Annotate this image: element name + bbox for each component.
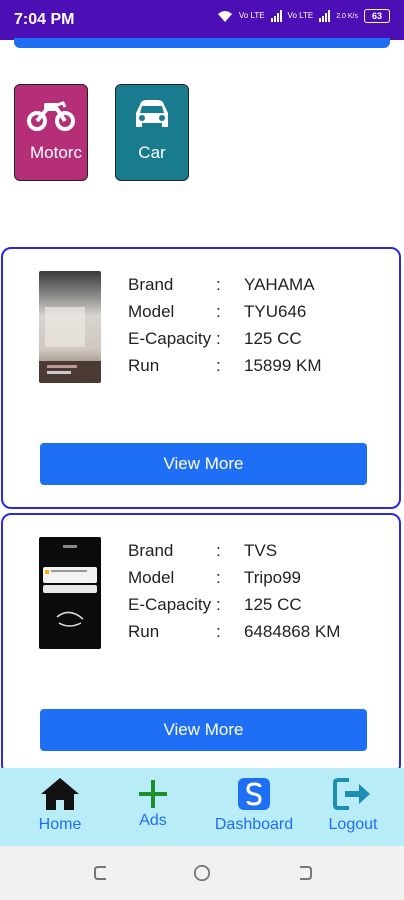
brand-value: TVS (244, 541, 278, 560)
photo-placeholder (39, 307, 101, 383)
nav-ads[interactable]: Ads (113, 768, 193, 846)
brand-label: Brand (128, 541, 174, 560)
vehicle-card: Brand : TVS Model : Tripo99 E-Capacity :… (1, 513, 401, 775)
run-label: Run (128, 356, 160, 375)
volte-sim2-label: Vo LTE (287, 11, 314, 20)
view-more-button[interactable]: View More (40, 443, 367, 485)
separator: : (216, 275, 221, 294)
view-more-button[interactable]: View More (40, 709, 367, 751)
nav-logout-label: Logout (328, 816, 378, 833)
separator: : (216, 595, 221, 614)
signal-sim1-icon (270, 10, 282, 22)
system-navigation-bar (0, 846, 404, 900)
separator: : (216, 568, 221, 587)
brand-value: YAHAMA (244, 275, 315, 294)
detail-row-brand: Brand : TVS (128, 537, 374, 564)
vehicle-photo (39, 537, 101, 649)
separator: : (216, 356, 221, 375)
header-strip (14, 38, 390, 48)
wifi-icon (217, 10, 232, 22)
separator: : (216, 622, 221, 641)
signal-sim2-icon (319, 10, 331, 22)
run-value: 15899 KM (244, 356, 322, 375)
nav-home[interactable]: Home (20, 768, 100, 846)
plus-icon (139, 780, 167, 808)
model-value: Tripo99 (244, 568, 302, 587)
photo-placeholder (43, 545, 97, 627)
nav-dashboard-label: Dashboard (214, 816, 294, 833)
category-label: Motorc (30, 143, 82, 162)
status-bar: 7:04 PM Vo LTE Vo LTE 2.0 K/s 63 (0, 0, 404, 40)
motorcycle-icon (27, 101, 75, 131)
model-label: Model (128, 302, 175, 321)
vehicle-card: Brand : YAHAMA Model : TYU646 E-Capacity… (1, 247, 401, 509)
category-motorcycle-tile[interactable]: Motorc (14, 84, 88, 181)
nav-logout[interactable]: Logout (315, 768, 391, 846)
nav-home-label: Home (38, 816, 82, 833)
home-circle-icon[interactable] (192, 864, 212, 882)
bottom-navigation: Home Ads Dashboard Logout (0, 768, 404, 846)
capacity-value: 125 CC (244, 329, 302, 348)
status-time: 7:04 PM (14, 11, 75, 28)
separator: : (216, 541, 221, 560)
category-label: Car (138, 143, 166, 162)
detail-row-capacity: E-Capacity : 125 CC (128, 325, 374, 352)
detail-row-model: Model : TYU646 (128, 298, 374, 325)
logout-icon (333, 778, 370, 810)
network-speed: 2.0 K/s (336, 12, 358, 20)
brand-label: Brand (128, 275, 174, 294)
home-icon (41, 778, 79, 810)
nav-dashboard[interactable]: Dashboard (206, 768, 302, 846)
detail-row-model: Model : Tripo99 (128, 564, 374, 591)
run-label: Run (128, 622, 160, 641)
nav-ads-label: Ads (139, 812, 167, 829)
back-icon[interactable] (294, 864, 314, 882)
run-value: 6484868 KM (244, 622, 341, 641)
dashboard-icon (238, 778, 270, 810)
capacity-label: E-Capacity (128, 329, 212, 348)
detail-row-run: Run : 15899 KM (128, 352, 374, 379)
capacity-value: 125 CC (244, 595, 302, 614)
volte-sim1-label: Vo LTE (238, 11, 265, 20)
detail-row-brand: Brand : YAHAMA (128, 271, 374, 298)
vehicle-photo (39, 271, 101, 383)
battery-icon: 63 (364, 9, 390, 23)
recents-icon[interactable] (92, 864, 112, 882)
vehicle-details: Brand : TVS Model : Tripo99 E-Capacity :… (128, 537, 374, 645)
detail-row-run: Run : 6484868 KM (128, 618, 374, 645)
car-icon (136, 100, 168, 127)
separator: : (216, 329, 221, 348)
vehicle-details: Brand : YAHAMA Model : TYU646 E-Capacity… (128, 271, 374, 379)
model-label: Model (128, 568, 175, 587)
separator: : (216, 302, 221, 321)
detail-row-capacity: E-Capacity : 125 CC (128, 591, 374, 618)
system-icons: Vo LTE Vo LTE 2.0 K/s 63 (217, 9, 390, 23)
model-value: TYU646 (244, 302, 307, 321)
category-car-tile[interactable]: Car (115, 84, 189, 181)
capacity-label: E-Capacity (128, 595, 212, 614)
